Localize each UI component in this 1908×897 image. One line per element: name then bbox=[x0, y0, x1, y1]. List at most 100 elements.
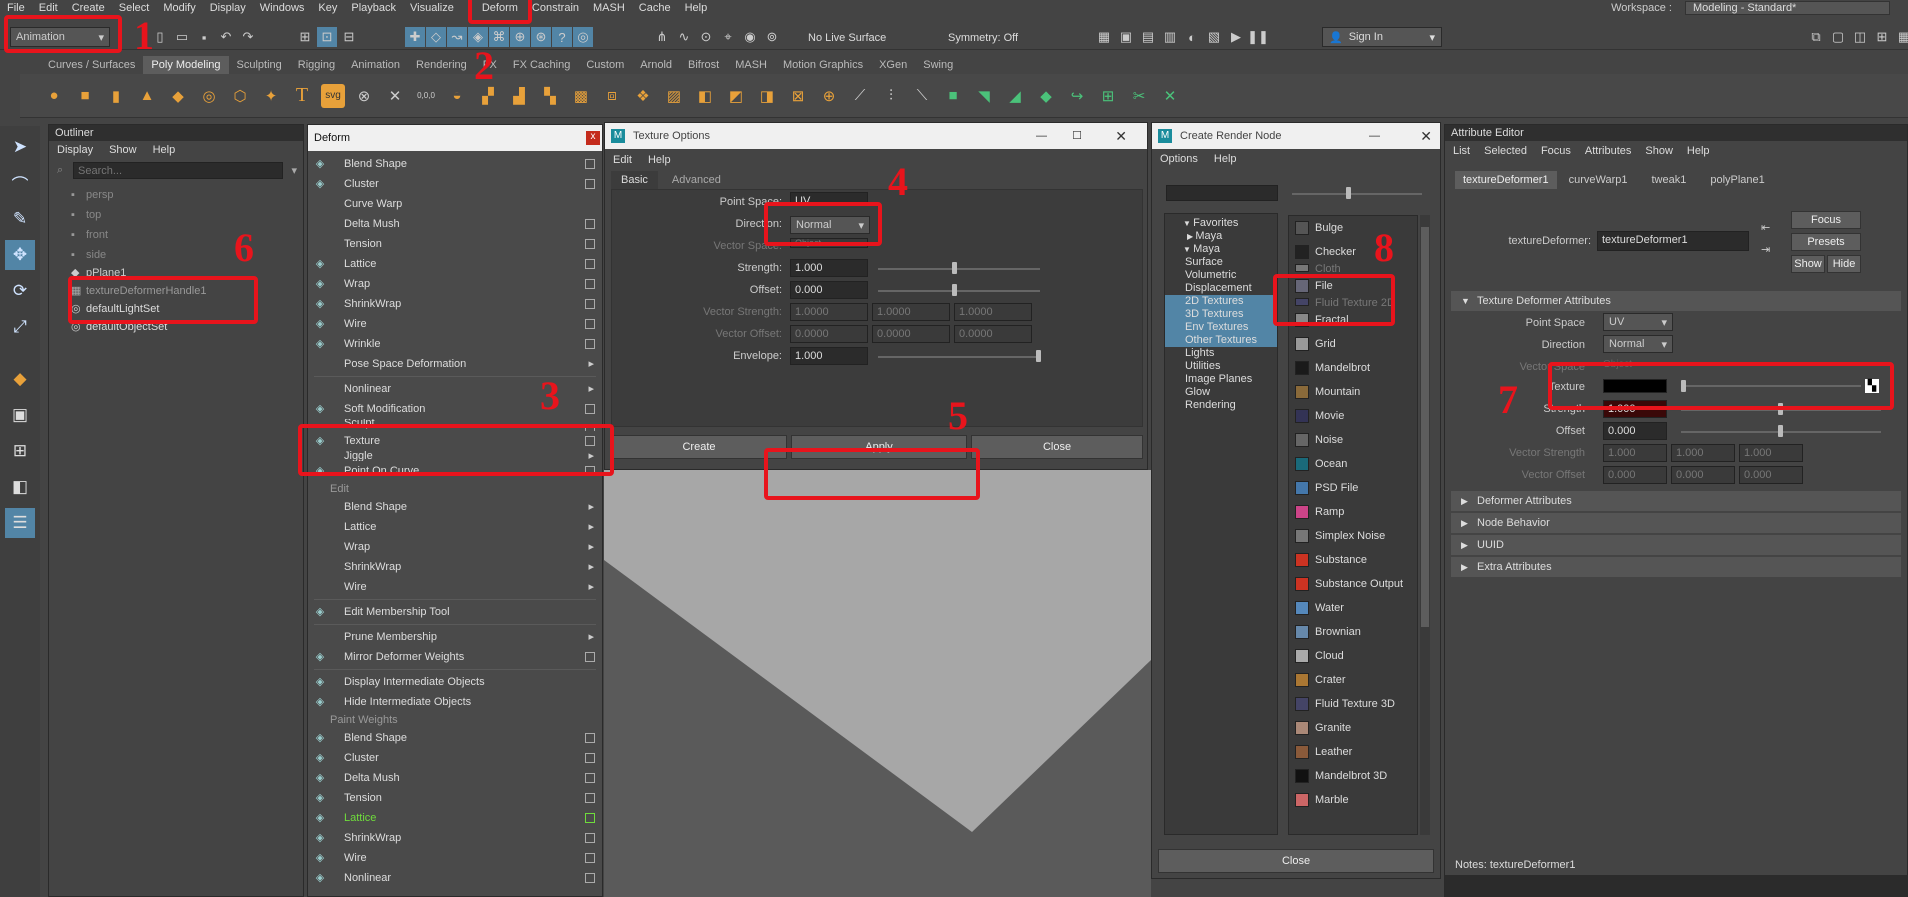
shelf-tab-custom[interactable]: Custom bbox=[578, 56, 632, 74]
menu-create[interactable]: Create bbox=[65, 2, 112, 14]
reduce-icon[interactable]: ▨ bbox=[662, 84, 686, 108]
ae-texture-slider-handle[interactable] bbox=[1681, 380, 1686, 392]
option-box-icon[interactable] bbox=[585, 279, 595, 289]
ae-section-uuid[interactable]: ▶ UUID bbox=[1451, 535, 1901, 555]
option-box-icon[interactable] bbox=[585, 404, 595, 414]
menu-display[interactable]: Display bbox=[203, 2, 253, 14]
ae-focus-button[interactable]: Focus bbox=[1791, 211, 1861, 229]
render-node-category[interactable]: Lights bbox=[1165, 347, 1277, 360]
select-hierarchy-icon[interactable]: ⊞ bbox=[295, 27, 315, 47]
viewport[interactable] bbox=[604, 470, 1151, 897]
ae-vector-strength-z[interactable]: 1.000 bbox=[1739, 444, 1803, 462]
ipr-render-icon[interactable]: ▤ bbox=[1138, 27, 1158, 47]
option-box-icon[interactable] bbox=[585, 339, 595, 349]
envelope-field[interactable]: 1.000 bbox=[790, 347, 868, 365]
open-scene-icon[interactable]: ▭ bbox=[172, 27, 192, 47]
render-node-category[interactable]: Utilities bbox=[1165, 360, 1277, 373]
minimize-icon[interactable]: — bbox=[1036, 123, 1047, 149]
ae-menu-help[interactable]: Help bbox=[1687, 145, 1710, 157]
deform-item[interactable]: ◈ Wire bbox=[308, 848, 602, 868]
menu-constrain[interactable]: Constrain bbox=[525, 2, 586, 14]
ae-node-name-field[interactable]: textureDeformer1 bbox=[1597, 231, 1749, 251]
ae-vector-offset-y[interactable]: 0.000 bbox=[1671, 466, 1735, 484]
smooth-icon[interactable]: ❖ bbox=[631, 84, 655, 108]
render-node-item[interactable]: Mandelbrot 3D bbox=[1289, 764, 1417, 788]
render-node-category[interactable]: 2D Textures bbox=[1165, 295, 1277, 308]
hypershade-icon[interactable]: ◐ bbox=[1182, 27, 1202, 47]
chevron-down-icon[interactable]: ▾ bbox=[291, 164, 297, 177]
render-node-item[interactable]: Fluid Texture 3D bbox=[1289, 692, 1417, 716]
deform-item[interactable]: ◈ Blend Shape bbox=[308, 154, 602, 174]
option-box-icon[interactable] bbox=[585, 813, 595, 823]
ae-menu-attributes[interactable]: Attributes bbox=[1585, 145, 1631, 157]
render-node-item[interactable]: File bbox=[1289, 274, 1417, 298]
render-node-category[interactable]: Surface bbox=[1165, 256, 1277, 269]
snap-grid-icon[interactable]: ⋔ bbox=[652, 27, 672, 47]
deform-item[interactable]: ◈ Nonlinear bbox=[308, 868, 602, 888]
deform-item[interactable]: ◈ Hide Intermediate Objects bbox=[308, 692, 602, 712]
uv-sew-icon[interactable]: ✕ bbox=[1158, 84, 1182, 108]
deform-item[interactable]: ◈ Lattice bbox=[308, 808, 602, 828]
option-box-icon[interactable] bbox=[585, 853, 595, 863]
offset-loop-icon[interactable]: ⟍ bbox=[910, 84, 934, 108]
mask-handles-icon[interactable]: ✚ bbox=[405, 27, 425, 47]
close-button[interactable]: Close bbox=[971, 435, 1143, 459]
deform-item[interactable]: ◈ Tension bbox=[308, 788, 602, 808]
sign-in-button[interactable]: 👤 Sign In ▾ bbox=[1322, 27, 1442, 47]
menu-cache[interactable]: Cache bbox=[632, 2, 678, 14]
render-node-item[interactable]: Leather bbox=[1289, 740, 1417, 764]
menu-file[interactable]: File bbox=[0, 2, 32, 14]
ae-show-button[interactable]: Show bbox=[1791, 255, 1825, 273]
poly-sphere-icon[interactable]: ● bbox=[42, 84, 66, 108]
render-node-scrollbar[interactable] bbox=[1420, 215, 1430, 835]
snap-surface-icon[interactable]: ◉ bbox=[740, 27, 760, 47]
outliner-item[interactable]: ▪ front bbox=[49, 225, 303, 245]
outliner-item[interactable]: ▪ side bbox=[49, 245, 303, 265]
poly-cylinder-icon[interactable]: ▮ bbox=[104, 84, 128, 108]
snap-center-icon[interactable]: ⊚ bbox=[762, 27, 782, 47]
render-node-close-button[interactable]: Close bbox=[1158, 849, 1434, 873]
outliner-menu-display[interactable]: Display bbox=[57, 144, 93, 156]
ae-strength-field[interactable]: 1.000 bbox=[1603, 400, 1667, 418]
scale-tool-icon[interactable]: ⤢ bbox=[5, 312, 35, 342]
ae-go-output-icon[interactable]: ⇥ bbox=[1761, 243, 1770, 256]
deform-item[interactable]: Pose Space Deformation ▸ bbox=[308, 354, 602, 374]
vector-strength-x[interactable]: 1.0000 bbox=[790, 303, 868, 321]
ae-menu-list[interactable]: List bbox=[1453, 145, 1470, 157]
option-box-icon[interactable] bbox=[585, 219, 595, 229]
option-box-icon[interactable] bbox=[585, 239, 595, 249]
render-node-category[interactable]: Image Planes bbox=[1165, 373, 1277, 386]
render-node-item[interactable]: Mountain bbox=[1289, 380, 1417, 404]
render-node-menu-options[interactable]: Options bbox=[1160, 153, 1198, 165]
ae-notes-field[interactable] bbox=[1445, 875, 1908, 897]
render-node-item[interactable]: Movie bbox=[1289, 404, 1417, 428]
ae-section-deformer-attributes[interactable]: ▶ Deformer Attributes bbox=[1451, 491, 1901, 511]
deform-item[interactable]: ◈ Edit Membership Tool bbox=[308, 602, 602, 622]
close-icon[interactable]: ✕ bbox=[1115, 123, 1127, 149]
ae-offset-slider-handle[interactable] bbox=[1778, 425, 1783, 437]
edge-loop-icon[interactable]: ⫶ bbox=[879, 84, 903, 108]
shelf-tab-bifrost[interactable]: Bifrost bbox=[680, 56, 727, 74]
option-box-icon[interactable] bbox=[585, 793, 595, 803]
render-node-category[interactable]: ▼ Favorites bbox=[1165, 217, 1277, 230]
deform-item[interactable]: ◈ Wrinkle bbox=[308, 334, 602, 354]
render-node-item[interactable]: Bulge bbox=[1289, 216, 1417, 240]
render-node-item[interactable]: Cloth bbox=[1289, 264, 1417, 274]
render-node-item[interactable]: Fractal bbox=[1289, 308, 1417, 332]
ae-section-node-behavior[interactable]: ▶ Node Behavior bbox=[1451, 513, 1901, 533]
vector-space-dropdown[interactable]: Object bbox=[790, 238, 868, 248]
layout-split-icon[interactable]: ◫ bbox=[1850, 27, 1870, 47]
shelf-tab-sculpting[interactable]: Sculpting bbox=[229, 56, 290, 74]
deform-item[interactable]: ◈ Cluster bbox=[308, 748, 602, 768]
mask-other-icon[interactable]: ◎ bbox=[573, 27, 593, 47]
menu-windows[interactable]: Windows bbox=[253, 2, 312, 14]
shelf-tab-mash[interactable]: MASH bbox=[727, 56, 775, 74]
render-node-item[interactable]: PSD File bbox=[1289, 476, 1417, 500]
symmetry-dropdown[interactable]: Symmetry: Off bbox=[948, 30, 1038, 46]
maximize-icon[interactable]: ☐ bbox=[1072, 123, 1082, 149]
ae-presets-button[interactable]: Presets bbox=[1791, 233, 1861, 251]
render-node-menu-help[interactable]: Help bbox=[1214, 153, 1237, 165]
outliner-item[interactable]: ◎ defaultObjectSet bbox=[49, 317, 303, 337]
ae-vector-strength-x[interactable]: 1.000 bbox=[1603, 444, 1667, 462]
deform-item[interactable]: ◈ Point On Curve bbox=[308, 461, 602, 481]
